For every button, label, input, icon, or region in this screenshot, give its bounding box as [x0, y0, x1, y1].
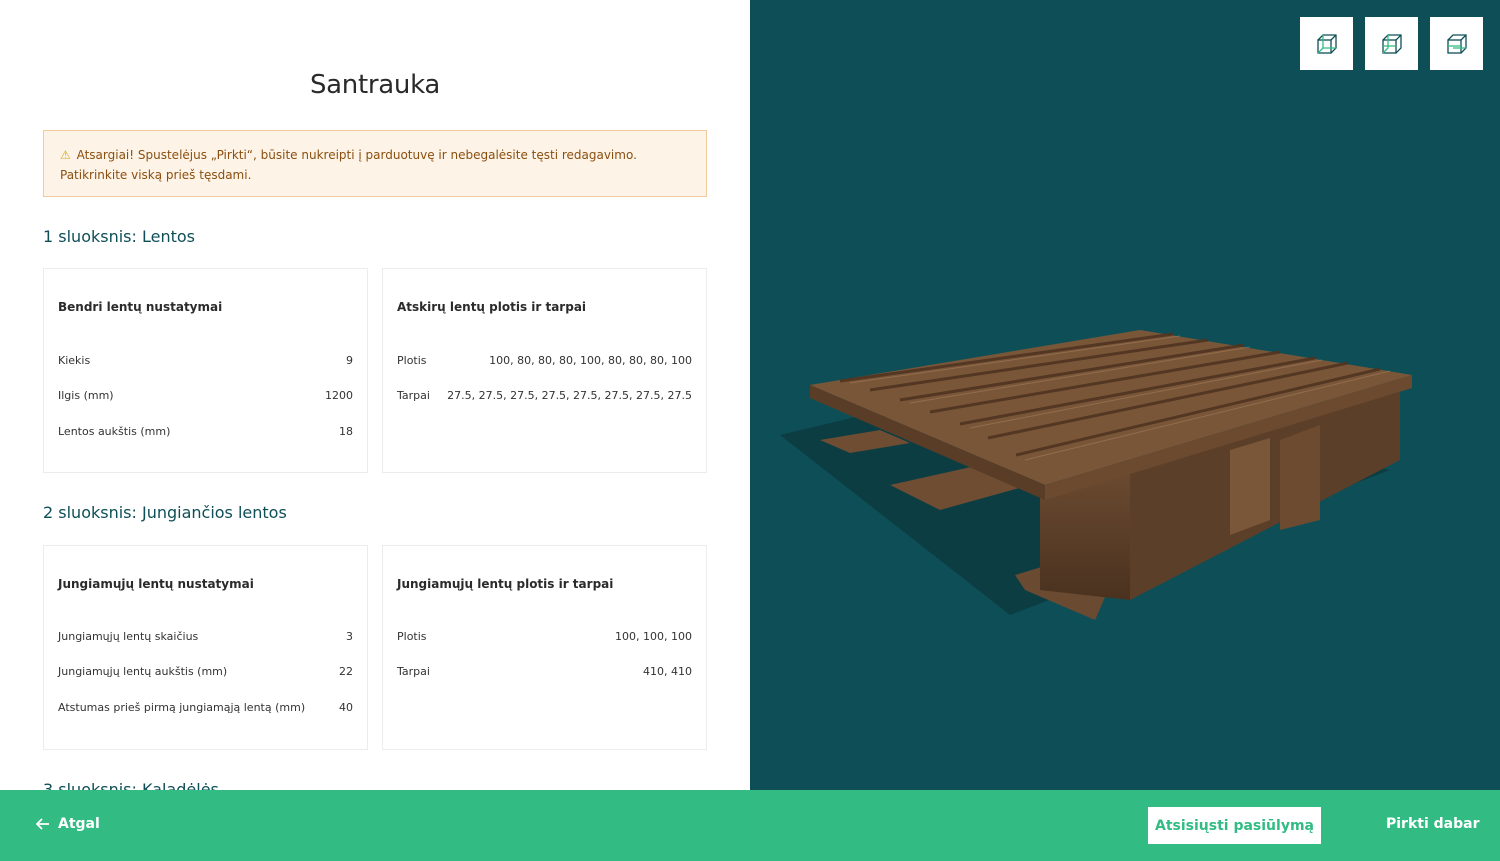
card-title: Jungiamųjų lentų plotis ir tarpai — [397, 577, 614, 591]
download-offer-button[interactable]: Atsisiųsti pasiūlymą — [1148, 807, 1321, 844]
row-label: Ilgis (mm) — [58, 389, 114, 402]
settings-row: Jungiamųjų lentų skaičius 3 — [58, 630, 353, 646]
page-title: Santrauka — [309, 70, 441, 100]
settings-row: Ilgis (mm) 1200 — [58, 389, 353, 405]
row-label: Jungiamųjų lentų aukštis (mm) — [58, 665, 228, 678]
back-button[interactable]: Atgal — [36, 816, 100, 832]
summary-panel: Santrauka ⚠ Atsargiai! Spustelėjus „Pirk… — [0, 0, 750, 790]
card-connecting-widths-gaps: Jungiamųjų lentų plotis ir tarpai Plotis… — [382, 545, 707, 750]
row-label: Tarpai — [397, 665, 430, 678]
back-label: Atgal — [58, 816, 100, 832]
warning-alert: ⚠ Atsargiai! Spustelėjus „Pirkti“, būsit… — [43, 130, 707, 197]
card-connecting-board-settings: Jungiamųjų lentų nustatymai Jungiamųjų l… — [43, 545, 368, 750]
card-title: Jungiamųjų lentų nustatymai — [58, 577, 254, 591]
settings-row: Jungiamųjų lentų aukštis (mm) 22 — [58, 665, 353, 681]
card-title: Bendri lentų nustatymai — [58, 300, 223, 314]
row-label: Lentos aukštis (mm) — [58, 425, 171, 438]
layer-1-title: 1 sluoksnis: Lentos — [43, 227, 195, 246]
row-value: 410, 410 — [643, 665, 692, 678]
row-value: 27.5, 27.5, 27.5, 27.5, 27.5, 27.5, 27.5… — [447, 389, 692, 402]
card-title: Atskirų lentų plotis ir tarpai — [397, 300, 587, 314]
settings-row: Tarpai 410, 410 — [397, 665, 692, 681]
row-value: 18 — [339, 425, 353, 438]
footer-bar: Atgal Atsisiųsti pasiūlymą Pirkti dabar — [0, 790, 1500, 861]
pallet-model[interactable] — [750, 0, 1500, 790]
row-value: 3 — [346, 630, 353, 643]
row-label: Plotis — [397, 354, 427, 367]
row-label: Jungiamųjų lentų skaičius — [58, 630, 199, 643]
buy-now-button[interactable]: Pirkti dabar — [1386, 816, 1479, 832]
row-value: 22 — [339, 665, 353, 678]
layer-2-title: 2 sluoksnis: Jungiančios lentos — [43, 503, 287, 522]
warning-icon: ⚠ — [60, 148, 71, 162]
arrow-left-icon — [36, 818, 49, 830]
row-label: Kiekis — [58, 354, 91, 367]
warning-text: Atsargiai! Spustelėjus „Pirkti“, būsite … — [60, 148, 637, 182]
row-value: 100, 100, 100 — [615, 630, 692, 643]
settings-row: Plotis 100, 100, 100 — [397, 630, 692, 646]
pallet-3d-viewer[interactable] — [750, 0, 1500, 790]
row-value: 1200 — [325, 389, 353, 402]
row-value: 40 — [339, 701, 353, 714]
settings-row: Tarpai 27.5, 27.5, 27.5, 27.5, 27.5, 27.… — [397, 389, 692, 405]
row-value: 100, 80, 80, 80, 100, 80, 80, 80, 100 — [489, 354, 692, 367]
settings-row: Lentos aukštis (mm) 18 — [58, 425, 353, 441]
card-general-board-settings: Bendri lentų nustatymai Kiekis 9 Ilgis (… — [43, 268, 368, 473]
settings-row: Atstumas prieš pirmą jungiamąją lentą (m… — [58, 701, 353, 717]
settings-row: Kiekis 9 — [58, 354, 353, 370]
row-label: Tarpai — [397, 389, 430, 402]
card-board-widths-gaps: Atskirų lentų plotis ir tarpai Plotis 10… — [382, 268, 707, 473]
row-value: 9 — [346, 354, 353, 367]
layer-3-title: 3 sluoksnis: Kaladėlės — [43, 780, 219, 790]
row-label: Plotis — [397, 630, 427, 643]
row-label: Atstumas prieš pirmą jungiamąją lentą (m… — [58, 701, 306, 714]
settings-row: Plotis 100, 80, 80, 80, 100, 80, 80, 80,… — [397, 354, 692, 370]
